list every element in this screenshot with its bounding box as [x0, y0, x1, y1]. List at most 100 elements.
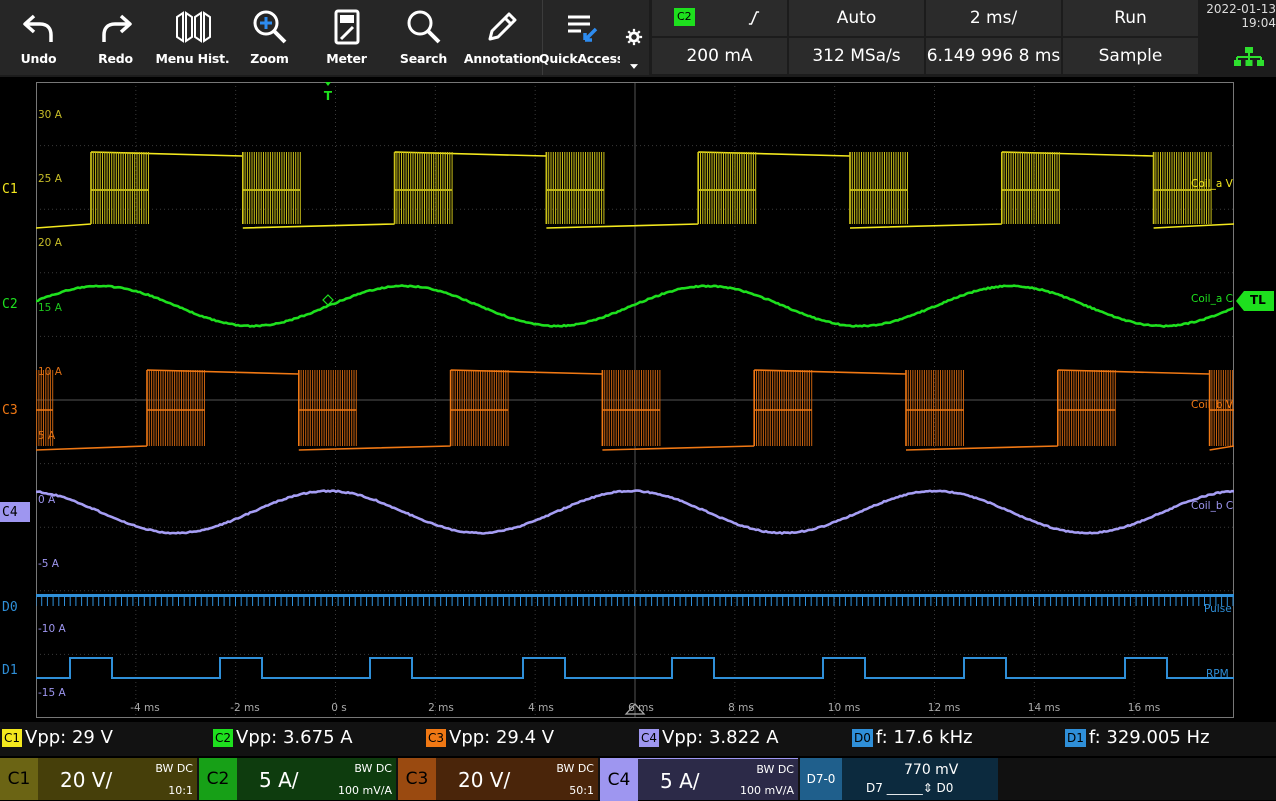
measurement-badge: C1	[2, 729, 22, 747]
rising-edge-icon	[748, 10, 760, 26]
meter-icon	[328, 8, 366, 46]
c4-channel-box[interactable]: C4 5 A/ BW DC 100 mV/A	[600, 758, 798, 800]
c1-channel-box[interactable]: C1 20 V/ BW DC 10:1	[0, 758, 197, 800]
network-icon	[1234, 46, 1264, 68]
channel-label: C1	[0, 758, 38, 800]
x-label: 4 ms	[528, 702, 554, 714]
trigger-marker-label: T	[324, 89, 333, 103]
x-label: 0 s	[331, 702, 347, 714]
undo-button[interactable]: Undo	[0, 0, 78, 75]
pencil-icon	[483, 8, 521, 46]
redo-button[interactable]: Redo	[77, 0, 155, 75]
trigger-position-marker[interactable]: T	[322, 82, 334, 103]
menu-history-button[interactable]: Menu Hist.	[154, 0, 232, 75]
measurement-badge: C2	[213, 729, 233, 747]
c2-offset-marker[interactable]: C2	[0, 294, 34, 314]
redo-icon	[97, 8, 135, 46]
c2-trace-label: Coil_a C	[1191, 293, 1233, 305]
trigger-source-badge: C2	[674, 8, 695, 26]
trigger-level-cell[interactable]: 200 mA	[652, 38, 787, 74]
channel-label: C2	[199, 758, 237, 800]
x-label: -4 ms	[130, 702, 160, 714]
d1-trace-label: RPM	[1206, 668, 1229, 680]
measurement-value: 17.6 kHz	[893, 727, 972, 748]
date-time: 2022-01-13 19:04	[1200, 2, 1276, 30]
x-label: 12 ms	[928, 702, 960, 714]
x-label: 8 ms	[728, 702, 754, 714]
undo-icon	[20, 8, 58, 46]
trigger-mode-cell[interactable]: Auto	[789, 0, 924, 36]
sample-rate-cell[interactable]: 312 MSa/s	[789, 38, 924, 74]
channel-probe: 50:1	[569, 784, 594, 797]
timebase: 2 ms/	[970, 8, 1017, 28]
c4-offset-marker[interactable]: C4	[0, 502, 30, 522]
timebase-cell[interactable]: 2 ms/	[926, 0, 1061, 36]
channel-probe: 100 mV/A	[740, 784, 794, 797]
channel-bandwidth: BW DC	[155, 762, 193, 775]
c1-offset-marker[interactable]: C1	[0, 179, 34, 199]
y-label-25: 25 A	[38, 173, 62, 185]
trigger-source-cell[interactable]: C2	[652, 0, 787, 36]
acquisition-mode-cell[interactable]: Sample	[1063, 38, 1198, 74]
digital-channel-box[interactable]: D7-0 770 mV D7 ______⇕ D0	[800, 758, 998, 800]
meter-button[interactable]: Meter	[308, 0, 386, 75]
measurement-c2[interactable]: C2 Vpp: 3.675 A	[213, 727, 353, 748]
measurement-value: 3.822 A	[709, 727, 779, 748]
trigger-level-tag[interactable]: TL	[1236, 291, 1274, 311]
measurement-label: Vpp:	[449, 727, 490, 748]
d1-marker[interactable]: D1	[0, 660, 34, 680]
y-label-minus15: -15 A	[38, 687, 66, 699]
channel-label: C3	[398, 758, 436, 800]
measurement-label: f:	[1089, 727, 1101, 748]
channel-scale: 20 V/	[458, 768, 510, 792]
channel-bandwidth: BW DC	[556, 762, 594, 775]
zoom-button[interactable]: Zoom	[231, 0, 309, 75]
horizontal-position-cell[interactable]: 6.149 996 8 ms	[926, 38, 1061, 74]
trigger-level-tag-label: TL	[1250, 293, 1266, 307]
measurement-c1[interactable]: C1 Vpp: 29 V	[2, 727, 113, 748]
quick-access-icon	[563, 8, 601, 46]
search-button[interactable]: Search	[385, 0, 463, 75]
digital-range: D7 ______⇕ D0	[866, 781, 953, 795]
annotation-button[interactable]: Annotation	[462, 0, 543, 75]
measurement-c3[interactable]: C3 Vpp: 29.4 V	[426, 727, 554, 748]
x-label: 14 ms	[1028, 702, 1060, 714]
c3-pwm-burst	[37, 370, 1233, 446]
measurement-value: 3.675 A	[283, 727, 353, 748]
measurement-c4[interactable]: C4 Vpp: 3.822 A	[639, 727, 779, 748]
zoom-icon	[251, 8, 289, 46]
gear-icon	[625, 28, 643, 46]
c1-pwm-burst	[91, 152, 1211, 224]
waveform-display[interactable]: T	[36, 82, 1234, 718]
run-state-cell[interactable]: Run	[1063, 0, 1198, 36]
sample-rate: 312 MSa/s	[812, 46, 900, 66]
caret-down-icon	[630, 64, 638, 69]
measurement-d1[interactable]: D1 f: 329.005 Hz	[1065, 727, 1210, 748]
date: 2022-01-13	[1200, 2, 1276, 16]
measurement-badge: D0	[852, 729, 873, 747]
y-label-15: 15 A	[38, 302, 62, 314]
redo-label: Redo	[98, 51, 133, 66]
measurement-label: f:	[876, 727, 888, 748]
settings-button[interactable]	[620, 0, 649, 75]
y-label-20: 20 A	[38, 237, 62, 249]
channel-label: C4	[600, 759, 638, 801]
measurement-d0[interactable]: D0 f: 17.6 kHz	[852, 727, 973, 748]
time: 19:04	[1200, 16, 1276, 30]
trigger-level: 200 mA	[686, 46, 752, 66]
d0-marker[interactable]: D0	[0, 597, 34, 617]
measurement-badge: D1	[1065, 729, 1086, 747]
menu-history-icon	[174, 8, 212, 46]
x-label: 16 ms	[1128, 702, 1160, 714]
search-label: Search	[400, 51, 447, 66]
measurement-badge: C3	[426, 729, 446, 747]
undo-label: Undo	[21, 51, 57, 66]
measurement-badge: C4	[639, 729, 659, 747]
quickaccess-button[interactable]: QuickAccess	[543, 0, 621, 75]
c2-channel-box[interactable]: C2 5 A/ BW DC 100 mV/A	[199, 758, 396, 800]
c3-offset-marker[interactable]: C3	[0, 400, 34, 420]
c3-channel-box[interactable]: C3 20 V/ BW DC 50:1	[398, 758, 598, 800]
measurement-bar: C1 Vpp: 29 V C2 Vpp: 3.675 A C3 Vpp: 29.…	[0, 722, 1276, 756]
d0-trace-label: Pulse	[1204, 603, 1232, 615]
channel-probe: 100 mV/A	[338, 784, 392, 797]
